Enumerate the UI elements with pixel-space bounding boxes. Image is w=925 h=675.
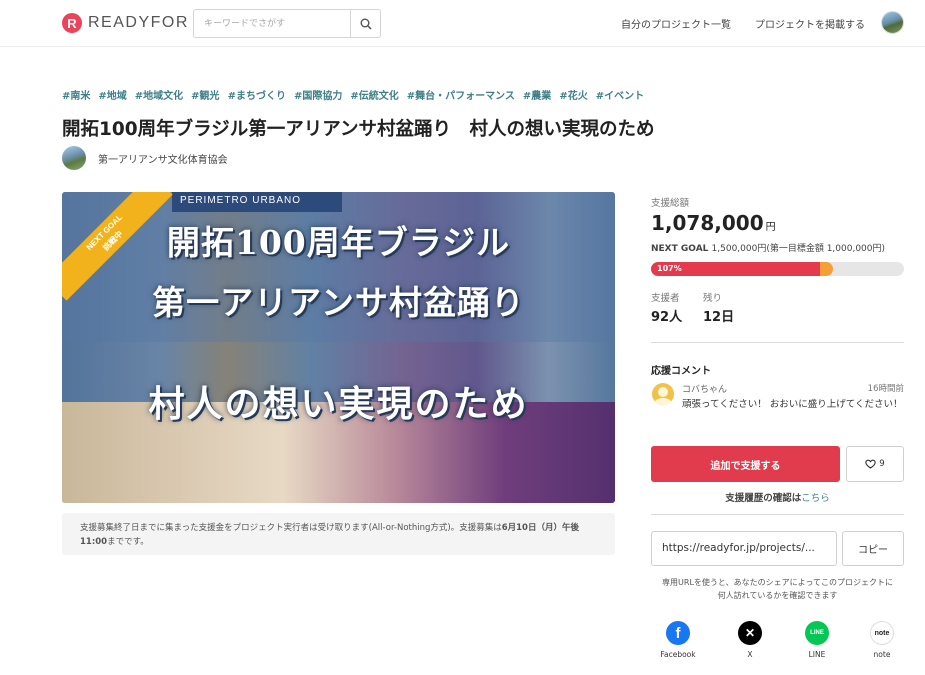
- notice-text: 支援募集終了日までに集まった支援金をプロジェクト実行者は受け取ります(All-o…: [80, 523, 502, 533]
- search-input[interactable]: [194, 10, 350, 37]
- hero-title-line-3: 村人の想い実現のため: [148, 383, 529, 425]
- search-box: [193, 9, 381, 38]
- notice-suffix: までです。: [107, 537, 149, 547]
- next-goal-value: 1,500,000円(第一目標金額 1,000,000円): [711, 244, 886, 254]
- share-url-note: 専用URLを使うと、あなたのシェアによってこのプロジェクトに何人訪れているかを確…: [662, 578, 893, 600]
- tag-link[interactable]: #国際協力: [294, 87, 342, 102]
- facebook-icon: f: [666, 621, 690, 645]
- project-hero-image: PERIMETRO URBANO 開拓100周年ブラジル 第一アリアンサ村盆踊り…: [62, 192, 615, 503]
- share-x-label: X: [747, 650, 753, 659]
- owner-name: 第一アリアンサ文化体育協会: [98, 154, 228, 166]
- owner-avatar: [62, 146, 86, 170]
- tag-link[interactable]: #地域: [98, 87, 126, 102]
- tag-link[interactable]: #観光: [191, 87, 219, 102]
- total-amount-currency: 円: [765, 222, 776, 233]
- supporters-label: 支援者: [651, 293, 680, 304]
- tag-link[interactable]: #イベント: [596, 87, 644, 102]
- funding-notice: 支援募集終了日までに集まった支援金をプロジェクト実行者は受け取ります(All-o…: [62, 513, 615, 555]
- total-amount-value: 1,078,000: [651, 211, 764, 235]
- share-note[interactable]: note note: [857, 621, 907, 659]
- tag-link[interactable]: #舞台・パフォーマンス: [407, 87, 515, 102]
- support-history-text: 支援履歴の確認は: [725, 493, 802, 504]
- remaining-label: 残り: [703, 293, 723, 304]
- support-history-link[interactable]: こちら: [801, 493, 830, 504]
- logo-text: READYFOR: [88, 14, 189, 31]
- hero-title-line-2: 第一アリアンサ村盆踊り: [152, 283, 525, 322]
- supporters-value: 92人: [651, 310, 683, 325]
- readyfor-logo[interactable]: R READYFOR: [62, 13, 189, 33]
- nav-post-project-link[interactable]: プロジェクトを掲載する: [755, 16, 865, 31]
- user-avatar[interactable]: [881, 11, 904, 34]
- note-icon: note: [870, 621, 894, 645]
- line-icon: LINE: [805, 621, 829, 645]
- share-line[interactable]: LINE LINE: [792, 621, 842, 659]
- hero-street-sign: PERIMETRO URBANO: [172, 192, 342, 212]
- support-history: 支援履歴の確認はこちら: [651, 490, 904, 504]
- next-goal: NEXT GOAL 1,500,000円(第一目標金額 1,000,000円): [651, 241, 885, 254]
- tag-list: #南米 #地域 #地域文化 #観光 #まちづくり #国際協力 #伝統文化 #舞台・パフォーマン…: [62, 87, 644, 102]
- tag-link[interactable]: #花火: [559, 87, 587, 102]
- search-icon: [360, 18, 372, 30]
- share-facebook[interactable]: f Facebook: [653, 621, 703, 659]
- tag-link[interactable]: #農業: [523, 87, 551, 102]
- divider: [651, 514, 904, 515]
- comment-text: 頑張ってください！ おおいに盛り上げてください！: [682, 399, 903, 410]
- tag-link[interactable]: #まちづくり: [228, 87, 286, 102]
- project-owner[interactable]: 第一アリアンサ文化体育協会: [62, 146, 228, 170]
- share-facebook-label: Facebook: [660, 650, 696, 659]
- comments-title: 応援コメント: [651, 366, 711, 377]
- hero-title-line-1: 開拓100周年ブラジル: [166, 223, 511, 262]
- heart-icon: [865, 459, 876, 469]
- comment-author: コバちゃん: [682, 385, 728, 395]
- divider: [651, 342, 904, 343]
- site-header: R READYFOR 自分のプロジェクト一覧 プロジェクトを掲載する: [0, 0, 925, 47]
- logo-mark-icon: R: [62, 13, 82, 33]
- progress-bar: 107%: [651, 262, 904, 276]
- nav-my-projects-link[interactable]: 自分のプロジェクト一覧: [621, 16, 731, 31]
- x-icon: ✕: [738, 621, 762, 645]
- remaining-value: 12日: [703, 310, 735, 325]
- tag-link[interactable]: #南米: [62, 87, 90, 102]
- next-goal-label: NEXT GOAL: [651, 244, 712, 254]
- comment-time: 16時間前: [867, 384, 904, 394]
- comment-avatar: [652, 383, 674, 405]
- favorite-count: 9: [879, 459, 885, 469]
- share-line-label: LINE: [808, 650, 826, 659]
- favorite-button[interactable]: 9: [846, 446, 904, 482]
- tag-link[interactable]: #地域文化: [135, 87, 183, 102]
- project-title: 開拓100周年ブラジル第一アリアンサ村盆踊り 村人の想い実現のため: [62, 119, 655, 140]
- share-x[interactable]: ✕ X: [725, 621, 775, 659]
- copy-url-button[interactable]: コピー: [842, 531, 904, 566]
- share-url-field[interactable]: https://readyfor.jp/projects/...: [651, 531, 837, 566]
- tag-link[interactable]: #伝統文化: [350, 87, 398, 102]
- progress-percent: 107%: [657, 264, 682, 273]
- total-label: 支援総額: [651, 198, 690, 209]
- support-button[interactable]: 追加で支援する: [651, 446, 840, 482]
- search-button[interactable]: [350, 10, 380, 37]
- total-amount: 1,078,000 円: [651, 211, 776, 235]
- share-note-label: note: [873, 650, 891, 659]
